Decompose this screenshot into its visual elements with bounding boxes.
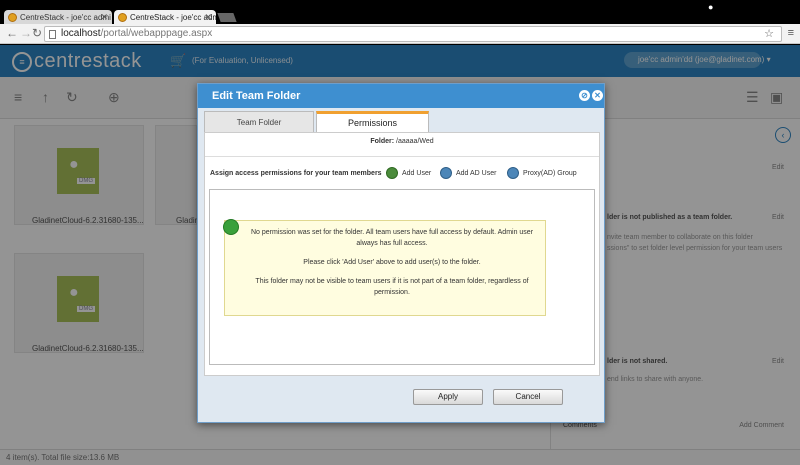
pin-icon — [223, 219, 239, 235]
no-permission-notice: No permission was set for the folder. Al… — [223, 219, 546, 316]
assign-row: Assign access permissions for your team … — [210, 167, 594, 181]
profile-icon[interactable]: ● — [708, 2, 713, 12]
favicon-icon — [8, 13, 17, 22]
browser-toolbar: ← → ↻ localhost/portal/webapppage.aspx ☆… — [0, 24, 800, 44]
url-path: /portal/webapppage.aspx — [100, 28, 213, 39]
add-ad-user-icon — [440, 167, 452, 179]
tab-close-icon[interactable]: ✕ — [204, 12, 212, 23]
add-user-button[interactable]: Add User — [386, 167, 431, 179]
bookmark-star-icon[interactable]: ☆ — [764, 27, 774, 40]
apply-button[interactable]: Apply — [413, 389, 483, 405]
folder-label: Folder: — [370, 138, 395, 145]
proxy-group-icon — [507, 167, 519, 179]
new-tab-button[interactable] — [217, 13, 237, 22]
notice-line: Please click 'Add User' above to add use… — [303, 259, 481, 266]
notice-line: No permission was set for the folder. Al… — [250, 229, 534, 247]
dialog-help-icon[interactable]: ⊘ — [579, 90, 590, 101]
tab-team-folder[interactable]: Team Folder — [204, 111, 314, 132]
url-host: localhost — [61, 28, 101, 39]
notice-line: This folder may not be visible to team u… — [255, 278, 529, 296]
add-user-icon — [386, 167, 398, 179]
tab-close-icon[interactable]: ✕ — [100, 12, 108, 23]
permission-list[interactable]: No permission was set for the folder. Al… — [209, 189, 595, 365]
dialog-close-icon[interactable]: ✕ — [592, 90, 603, 101]
dialog-title: Edit Team Folder — [198, 84, 604, 108]
assign-label: Assign access permissions for your team … — [210, 170, 382, 177]
back-arrow-icon[interactable]: ← — [6, 26, 18, 40]
dialog-tabs: Team Folder Permissions — [204, 111, 600, 133]
proxy-group-label: Proxy(AD) Group — [523, 169, 577, 177]
page-icon — [49, 30, 56, 39]
forward-arrow-icon[interactable]: → — [20, 26, 32, 40]
divider — [205, 156, 599, 157]
edit-team-folder-dialog: Edit Team Folder ⊘ ✕ Team Folder Permiss… — [197, 83, 605, 423]
browser-tab-title: CentreStack - joe'cc admi — [130, 13, 216, 22]
menu-icon[interactable]: ≡ — [788, 27, 794, 39]
add-ad-user-label: Add AD User — [456, 169, 497, 177]
browser-tab-2[interactable]: CentreStack - joe'cc admi ✕ — [114, 10, 216, 25]
address-bar[interactable]: localhost/portal/webapppage.aspx — [44, 26, 782, 42]
favicon-icon — [118, 13, 127, 22]
tab-permissions[interactable]: Permissions — [316, 111, 429, 133]
browser-tab-1[interactable]: CentreStack - joe'cc admi ✕ — [4, 10, 112, 25]
browser-tabstrip: CentreStack - joe'cc admi ✕ CentreStack … — [0, 0, 800, 25]
dialog-buttons: Apply Cancel — [198, 384, 604, 414]
reload-icon[interactable]: ↻ — [32, 26, 42, 40]
permissions-panel: Folder: /aaaaa/Wed Assign access permiss… — [204, 132, 600, 376]
folder-path: Folder: /aaaaa/Wed — [205, 138, 599, 145]
cancel-button[interactable]: Cancel — [493, 389, 563, 405]
add-ad-user-button[interactable]: Add AD User — [440, 167, 496, 179]
folder-value: /aaaaa/Wed — [396, 138, 434, 145]
add-user-label: Add User — [402, 169, 432, 177]
browser-tab-title: CentreStack - joe'cc admi — [20, 13, 111, 22]
proxy-group-button[interactable]: Proxy(AD) Group — [507, 167, 577, 179]
